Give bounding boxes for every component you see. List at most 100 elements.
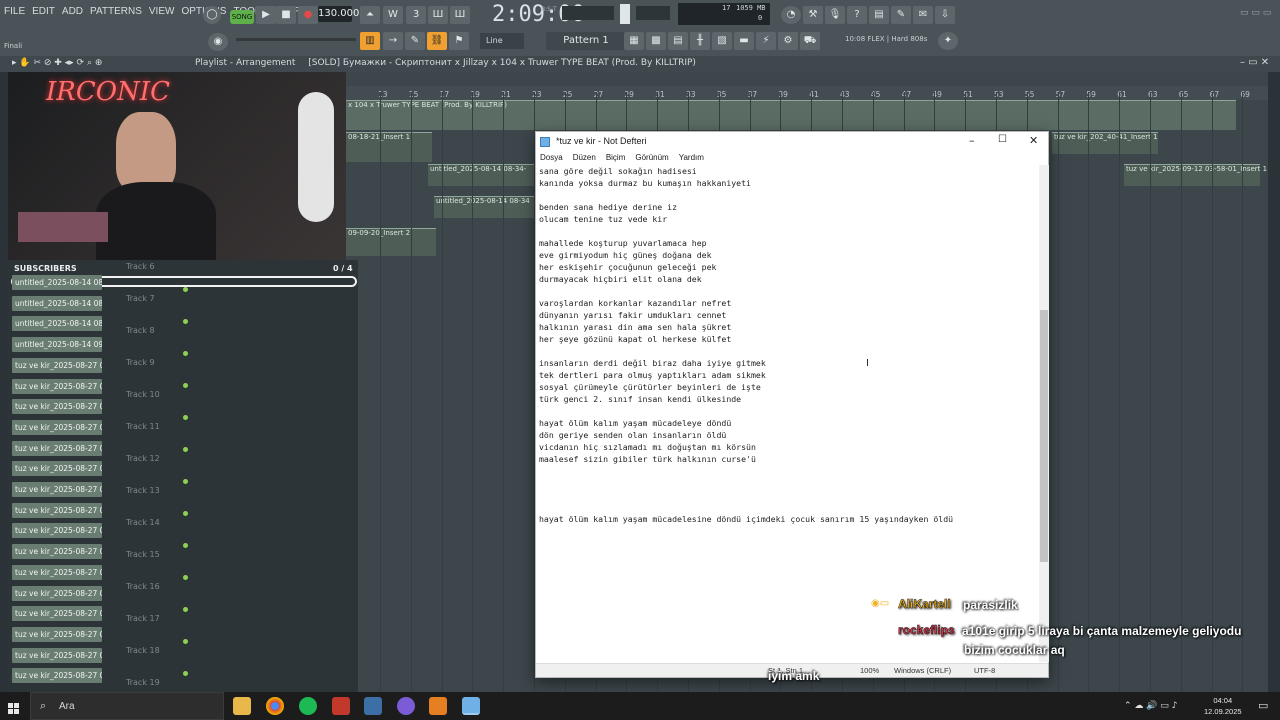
track-led-icon[interactable]: [183, 319, 188, 324]
loop-record-icon[interactable]: Ш: [450, 6, 470, 24]
track-label[interactable]: Track 10: [126, 390, 160, 399]
menu-edit[interactable]: EDIT: [32, 6, 55, 17]
menu-view[interactable]: VIEW: [149, 6, 175, 17]
file-explorer-icon[interactable]: [233, 697, 251, 715]
windows-start-icon[interactable]: [8, 700, 20, 714]
metronome-icon[interactable]: ⏶: [360, 6, 380, 24]
track-led-icon[interactable]: [183, 287, 188, 292]
blend-notes-icon[interactable]: Ш: [428, 6, 448, 24]
minimize-button[interactable]: –: [969, 134, 975, 147]
countdown-icon[interactable]: 3: [406, 6, 426, 24]
record-button[interactable]: ●: [298, 6, 318, 24]
track-label[interactable]: Track 7: [126, 294, 155, 303]
clip-list-item[interactable]: untitled_2025-08-14 09-: [12, 337, 102, 353]
track-label[interactable]: Track 18: [126, 646, 160, 655]
clip-list-item[interactable]: tuz ve kir_2025-08-27 08.: [12, 482, 102, 497]
plugin-icon[interactable]: ✎: [891, 6, 911, 24]
tools-icon[interactable]: ⚙: [778, 32, 798, 50]
snap-icon[interactable]: ▥: [360, 32, 380, 50]
link-icon[interactable]: ⛓: [427, 32, 447, 50]
stamp-icon[interactable]: ⚑: [449, 32, 469, 50]
taskbar-clock[interactable]: 04:04 12.09.2025: [1204, 695, 1242, 717]
track-led-icon[interactable]: [183, 383, 188, 388]
spotify-icon[interactable]: [299, 697, 317, 715]
track-led-icon[interactable]: [183, 671, 188, 676]
playlist-tools-icons[interactable]: ▸ ✋ ✂ ⊘ ✚ ◂▸ ⟳ ⌕ ⊕: [12, 58, 102, 68]
tray-icons[interactable]: ⌃ ☁ 🔊 ▭ ♪: [1124, 701, 1177, 711]
clock-icon[interactable]: ◔: [781, 6, 801, 24]
track-label[interactable]: Track 13: [126, 486, 160, 495]
help-icon[interactable]: ?: [847, 6, 867, 24]
track-label[interactable]: Track 14: [126, 518, 160, 527]
clip-list-item[interactable]: tuz ve kir_2025-08-27 08.: [12, 461, 102, 477]
master-volume-slider[interactable]: [620, 4, 630, 24]
clip-list-item[interactable]: tuz ve kir_2025-08-27 08.: [12, 647, 102, 663]
fl-window-controls[interactable]: ▭ ▭ ▭: [1240, 8, 1271, 18]
track-led-icon[interactable]: [183, 607, 188, 612]
plugin-picker-icon[interactable]: ✦: [938, 32, 958, 50]
arrow-icon[interactable]: →: [383, 32, 403, 50]
clip-list-item[interactable]: tuz ve kir_2025-08-27 08.: [12, 523, 102, 539]
cart-icon[interactable]: ⛟: [800, 32, 820, 50]
obs-icon[interactable]: [397, 697, 415, 715]
track-label[interactable]: Track 16: [126, 582, 160, 591]
app-icon-blue[interactable]: [364, 697, 382, 715]
track-label[interactable]: Track 8: [126, 326, 155, 335]
channel-rack-icon[interactable]: ▩: [646, 32, 666, 50]
plug-icon[interactable]: ⚡: [756, 32, 776, 50]
track-led-icon[interactable]: [183, 575, 188, 580]
song-mode-toggle[interactable]: SONG: [230, 10, 254, 24]
wait-input-icon[interactable]: W: [383, 6, 403, 24]
files-icon[interactable]: ▬: [734, 32, 754, 50]
stop-button[interactable]: ■: [276, 6, 296, 24]
track-led-icon[interactable]: [183, 415, 188, 420]
menu-bicim[interactable]: Biçim: [606, 153, 626, 162]
menu-file[interactable]: FILE: [4, 6, 25, 17]
chrome-icon[interactable]: [266, 697, 284, 715]
track-label[interactable]: Track 19: [126, 678, 160, 687]
clip-list-item[interactable]: untitled_2025-08-14 08-: [12, 275, 102, 290]
clip-list-item[interactable]: tuz ve kir_2025-08-27 08.: [12, 419, 102, 435]
chat-icon[interactable]: ✉: [913, 6, 933, 24]
app-icon-red[interactable]: [332, 697, 350, 715]
clip-list-item[interactable]: tuz ve kir_2025-08-27 08.: [12, 357, 102, 373]
download-icon[interactable]: ⇩: [935, 6, 955, 24]
close-button[interactable]: ✕: [1029, 134, 1038, 147]
mixer-view-icon[interactable]: ╫: [690, 32, 710, 50]
master-pitch[interactable]: [636, 6, 670, 20]
track-led-icon[interactable]: [183, 447, 188, 452]
menu-patterns[interactable]: PATTERNS: [90, 6, 142, 17]
clip-list-item[interactable]: tuz ve kir_2025-08-27 08.: [12, 440, 102, 456]
scrollbar-thumb[interactable]: [1040, 310, 1048, 562]
track-label[interactable]: Track 6: [126, 262, 155, 271]
clip-list-item[interactable]: tuz ve kir_2025-08-27 08.: [12, 626, 102, 642]
snap-mode-select[interactable]: Line: [480, 33, 524, 49]
track-label[interactable]: Track 11: [126, 422, 160, 431]
track-label[interactable]: Track 12: [126, 454, 160, 463]
taskbar-search-box[interactable]: ⌕ Ara: [30, 692, 224, 720]
clip-list-item[interactable]: tuz ve kir_2025-08-27 08.: [12, 668, 102, 684]
track-led-icon[interactable]: [183, 351, 188, 356]
record-mode-icon[interactable]: ◯: [203, 6, 221, 24]
piano-roll-icon[interactable]: ▤: [668, 32, 688, 50]
clip-list-item[interactable]: tuz ve kir_2025-08-27 08.: [12, 502, 102, 518]
main-pitch-slider[interactable]: [236, 38, 356, 41]
track-led-icon[interactable]: [183, 639, 188, 644]
mixer-icon[interactable]: ⚒: [803, 6, 823, 24]
track-label[interactable]: Track 15: [126, 550, 160, 559]
clip-list-item[interactable]: untitled_2025-08-14 08-: [12, 316, 102, 332]
track-led-icon[interactable]: [183, 479, 188, 484]
notepad-taskbar-icon[interactable]: [462, 697, 480, 715]
main-volume-knob[interactable]: ◉: [208, 33, 228, 51]
notepad-text-area[interactable]: sana göre değil sokağın hadisesi kanında…: [539, 165, 1039, 665]
draw-icon[interactable]: ✎: [405, 32, 425, 50]
clip-list-item[interactable]: tuz ve kir_2025-08-27 08.: [12, 544, 102, 560]
browser-icon[interactable]: ▧: [712, 32, 732, 50]
menu-gorunum[interactable]: Görünüm: [635, 153, 668, 162]
timeline-ruler[interactable]: [346, 86, 1268, 100]
clip-list-item[interactable]: tuz ve kir_2025-08-27 08.: [12, 606, 102, 622]
clip-list-item[interactable]: tuz ve kir_2025-08-27 08.: [12, 399, 102, 415]
menu-dosya[interactable]: Dosya: [540, 153, 563, 162]
track-led-icon[interactable]: [183, 543, 188, 548]
track-led-icon[interactable]: [183, 511, 188, 516]
